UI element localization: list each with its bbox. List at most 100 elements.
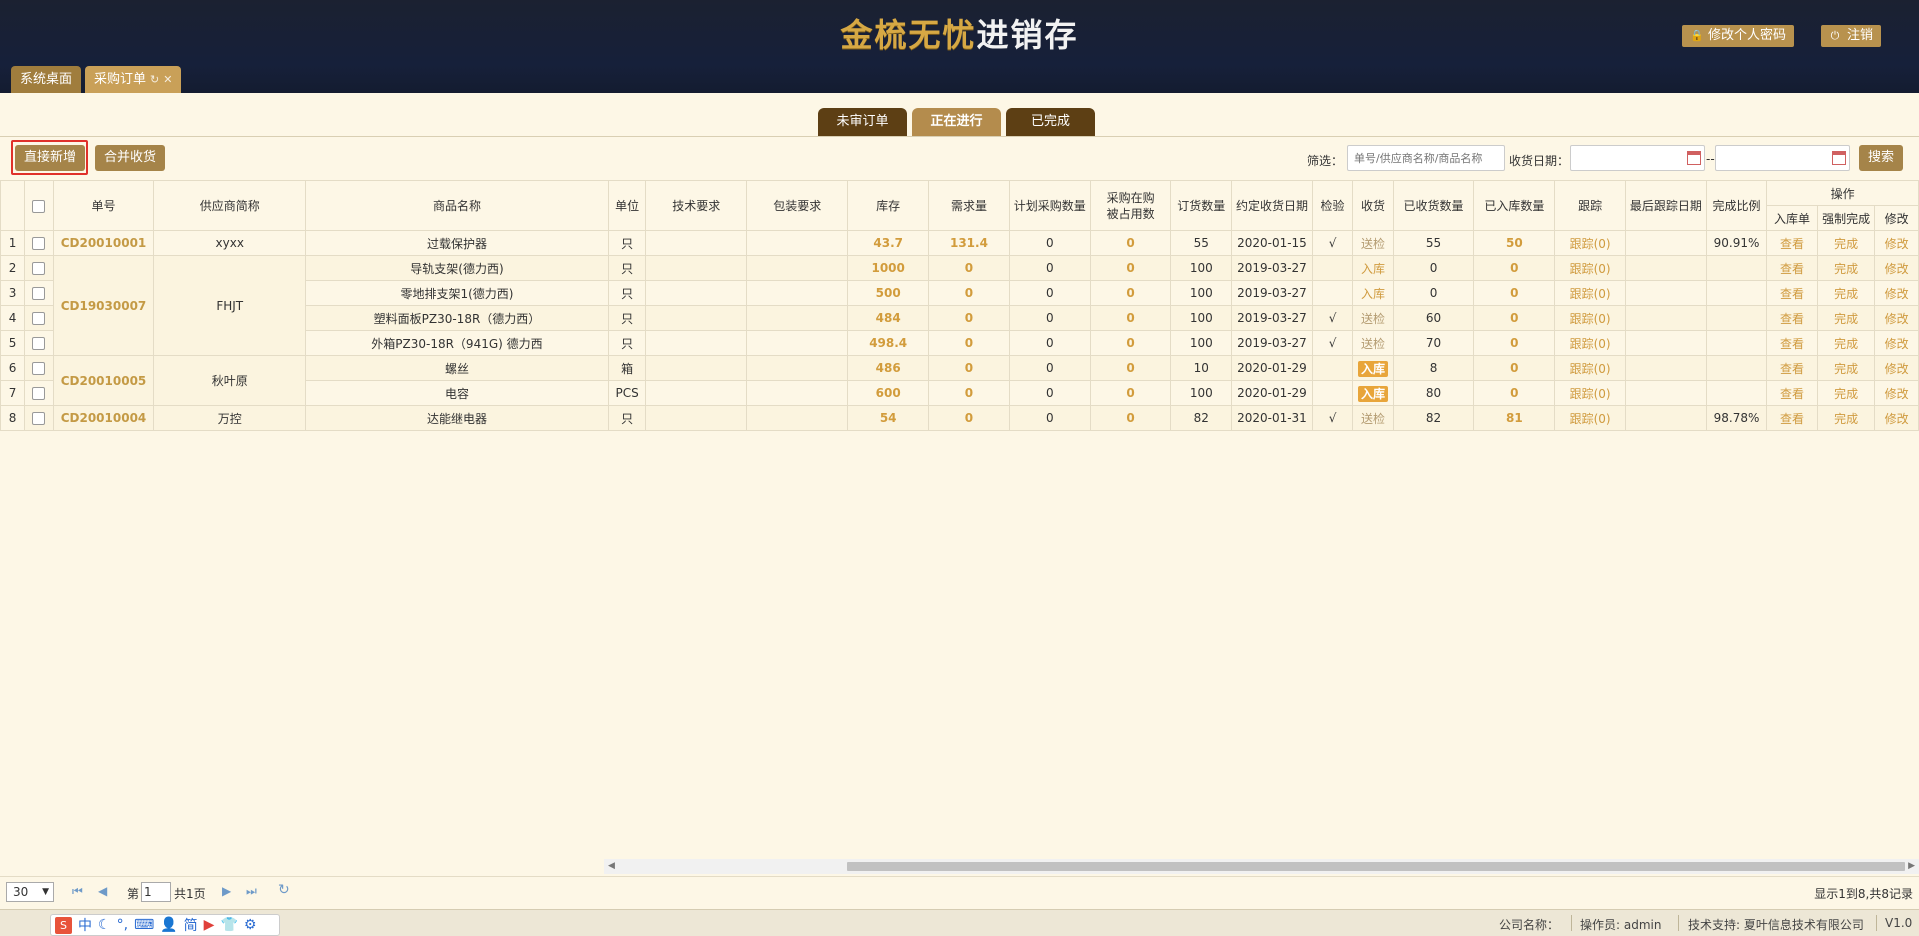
- scrollbar-thumb[interactable]: [847, 862, 1905, 871]
- receive-action[interactable]: 送检: [1352, 230, 1394, 256]
- force-complete-button[interactable]: 完成: [1816, 280, 1876, 306]
- moon-icon[interactable]: ☾: [98, 917, 111, 933]
- scroll-right-icon[interactable]: ▶: [1908, 861, 1915, 871]
- merge-receive-button[interactable]: 合并收货: [95, 145, 166, 171]
- force-complete-button[interactable]: 完成: [1816, 355, 1876, 381]
- row-select[interactable]: [24, 330, 54, 356]
- view-button[interactable]: 查看: [1766, 380, 1818, 406]
- send-inspect-link[interactable]: 送检: [1361, 312, 1385, 326]
- table-row[interactable]: 1 CD20010001 xyxx 过载保护器只 43.7 131.4 0 0 55 2020-0…: [0, 230, 1919, 256]
- refresh-tab-icon[interactable]: ↻: [150, 73, 159, 86]
- page-number-input[interactable]: 1: [141, 882, 171, 902]
- row-select[interactable]: [24, 355, 54, 381]
- header-demand[interactable]: 需求量: [928, 180, 1010, 231]
- header-product[interactable]: 商品名称: [304, 180, 609, 231]
- row-checkbox[interactable]: [32, 312, 46, 325]
- view-button[interactable]: 查看: [1766, 305, 1818, 331]
- row-select[interactable]: [24, 405, 54, 431]
- row-select[interactable]: [24, 255, 54, 281]
- search-button[interactable]: 搜索: [1859, 145, 1904, 171]
- edit-button[interactable]: 修改: [1874, 255, 1919, 281]
- header-tech[interactable]: 技术要求: [645, 180, 748, 231]
- row-checkbox[interactable]: [32, 262, 46, 275]
- prev-page-icon[interactable]: ◀: [98, 884, 107, 898]
- receive-action[interactable]: 送检: [1352, 305, 1394, 331]
- header-receive[interactable]: 收货: [1352, 180, 1394, 231]
- row-checkbox[interactable]: [32, 362, 46, 375]
- edit-button[interactable]: 修改: [1874, 355, 1919, 381]
- view-button[interactable]: 查看: [1766, 280, 1818, 306]
- order-number-link[interactable]: CD20010004: [52, 405, 155, 431]
- simplified-icon[interactable]: 简: [184, 915, 198, 935]
- track-link[interactable]: 跟踪(0): [1554, 380, 1626, 406]
- edit-button[interactable]: 修改: [1874, 230, 1919, 256]
- stock-in-link[interactable]: 入库: [1361, 262, 1385, 276]
- header-order-qty[interactable]: 订货数量: [1170, 180, 1233, 231]
- logout-button[interactable]: ⏻ 注销: [1821, 25, 1882, 47]
- header-stock[interactable]: 库存: [847, 180, 930, 231]
- send-inspect-link[interactable]: 送检: [1361, 237, 1385, 251]
- order-number-link[interactable]: CD19030007: [52, 255, 155, 356]
- force-complete-button[interactable]: 完成: [1816, 330, 1876, 356]
- stock-in-link[interactable]: 入库: [1361, 287, 1385, 301]
- view-button[interactable]: 查看: [1766, 230, 1818, 256]
- header-supplier[interactable]: 供应商简称: [153, 180, 306, 231]
- header-due-date[interactable]: 约定收货日期: [1231, 180, 1313, 231]
- row-checkbox[interactable]: [32, 237, 46, 250]
- punctuation-icon[interactable]: °,: [117, 917, 128, 933]
- ime-toolbar[interactable]: S 中 ☾ °, ⌨ 👤 简 ▶ 👕 ⚙: [50, 914, 280, 936]
- row-select[interactable]: [24, 380, 54, 406]
- row-select[interactable]: [24, 230, 54, 256]
- send-inspect-link[interactable]: 送检: [1361, 412, 1385, 426]
- order-number-link[interactable]: CD20010001: [52, 230, 155, 256]
- receive-action[interactable]: 送检: [1352, 405, 1394, 431]
- page-size-select[interactable]: 30 ▼: [6, 882, 54, 902]
- header-received[interactable]: 已收货数量: [1392, 180, 1475, 231]
- edit-button[interactable]: 修改: [1874, 380, 1919, 406]
- tab-in-progress[interactable]: 正在进行: [912, 108, 1001, 136]
- stock-in-badge[interactable]: 入库: [1357, 360, 1388, 377]
- header-pack[interactable]: 包装要求: [746, 180, 849, 231]
- receive-action[interactable]: 入库: [1352, 280, 1394, 306]
- header-track[interactable]: 跟踪: [1554, 180, 1626, 231]
- header-plan[interactable]: 计划采购数量: [1008, 180, 1091, 231]
- view-button[interactable]: 查看: [1766, 405, 1818, 431]
- change-password-button[interactable]: 🔒 修改个人密码: [1682, 25, 1795, 47]
- order-number-link[interactable]: CD20010005: [52, 355, 155, 406]
- new-direct-button[interactable]: 直接新增: [15, 145, 86, 171]
- last-page-icon[interactable]: ⏭: [246, 884, 257, 899]
- row-select[interactable]: [24, 280, 54, 306]
- view-button[interactable]: 查看: [1766, 255, 1818, 281]
- receive-action[interactable]: 送检: [1352, 330, 1394, 356]
- tab-completed[interactable]: 已完成: [1006, 108, 1095, 136]
- header-unit[interactable]: 单位: [607, 180, 647, 231]
- shirt-icon[interactable]: 👕: [220, 917, 237, 933]
- next-page-icon[interactable]: ▶: [222, 884, 231, 898]
- track-link[interactable]: 跟踪(0): [1554, 280, 1626, 306]
- force-complete-button[interactable]: 完成: [1816, 230, 1876, 256]
- tab-purchase-orders[interactable]: 采购订单 ↻ ✕: [85, 66, 182, 93]
- header-order-no[interactable]: 单号: [52, 180, 155, 231]
- keyboard-icon[interactable]: ⌨: [134, 917, 154, 933]
- track-link[interactable]: 跟踪(0): [1554, 355, 1626, 381]
- close-tab-icon[interactable]: ✕: [163, 73, 172, 86]
- edit-button[interactable]: 修改: [1874, 280, 1919, 306]
- horizontal-scrollbar[interactable]: ◀ ▶: [604, 859, 1919, 874]
- date-from-input[interactable]: [1570, 145, 1705, 171]
- receive-action[interactable]: 入库: [1352, 255, 1394, 281]
- sogou-icon[interactable]: S: [55, 916, 72, 934]
- row-checkbox[interactable]: [32, 412, 46, 425]
- filter-input[interactable]: [1347, 145, 1505, 171]
- force-complete-button[interactable]: 完成: [1816, 305, 1876, 331]
- row-checkbox[interactable]: [32, 387, 46, 400]
- track-link[interactable]: 跟踪(0): [1554, 330, 1626, 356]
- header-stored[interactable]: 已入库数量: [1473, 180, 1556, 231]
- row-checkbox[interactable]: [32, 337, 46, 350]
- tab-desktop[interactable]: 系统桌面: [11, 66, 82, 93]
- refresh-icon[interactable]: ↻: [278, 882, 290, 898]
- video-icon[interactable]: ▶: [204, 917, 215, 933]
- track-link[interactable]: 跟踪(0): [1554, 255, 1626, 281]
- track-link[interactable]: 跟踪(0): [1554, 305, 1626, 331]
- table-row[interactable]: 6 CD20010005 秋叶原 螺丝箱 486 0 0 0 10 2020-01-29 入库 8 0 跟…: [0, 355, 1919, 406]
- header-inspect[interactable]: 检验: [1311, 180, 1354, 231]
